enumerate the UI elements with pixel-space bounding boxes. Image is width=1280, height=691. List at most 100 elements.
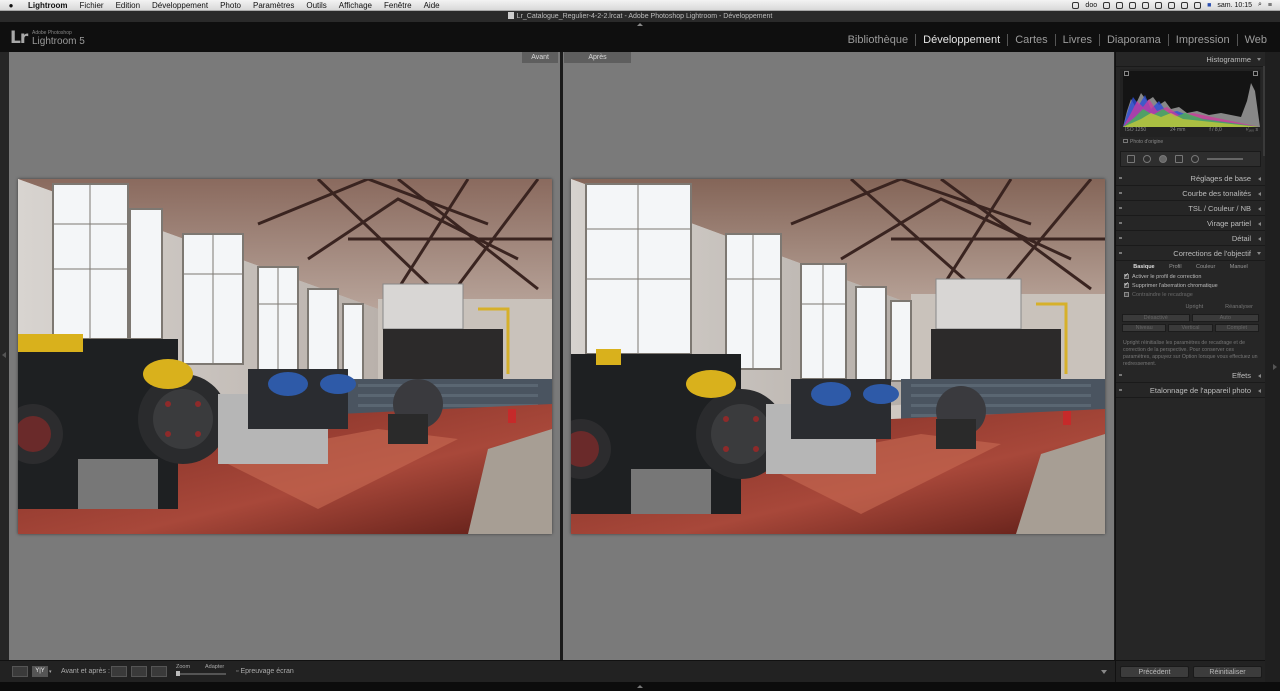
spotlight-icon[interactable]: ⌕: [1258, 1, 1262, 9]
menu-edition[interactable]: Edition: [110, 0, 146, 11]
panel-switch-icon[interactable]: [1119, 207, 1122, 209]
expand-icon[interactable]: [1258, 207, 1261, 211]
panel-switch-icon[interactable]: [1119, 192, 1122, 194]
reset-button[interactable]: Réinitialiser: [1193, 666, 1262, 678]
apple-icon[interactable]: ●: [0, 1, 22, 10]
basic-section[interactable]: Réglages de base: [1116, 171, 1265, 186]
radial-filter-icon[interactable]: [1191, 155, 1199, 163]
module-web[interactable]: Web: [1236, 34, 1274, 46]
zoom-slider-handle[interactable]: [176, 671, 180, 676]
effects-section[interactable]: Effets: [1116, 368, 1265, 383]
enable-profile-checkbox[interactable]: [1124, 272, 1129, 281]
panel-switch-icon[interactable]: [1119, 374, 1122, 376]
panel-switch-icon[interactable]: [1119, 177, 1122, 179]
constrain-crop-row[interactable]: Contraindre le recadrage: [1116, 291, 1265, 300]
tab-couleur[interactable]: Couleur: [1196, 261, 1215, 273]
collapse-icon[interactable]: [1257, 252, 1261, 255]
volume-icon[interactable]: [1168, 1, 1176, 9]
menu-developpement[interactable]: Développement: [146, 0, 214, 11]
zoom-slider[interactable]: [176, 671, 226, 676]
module-livres[interactable]: Livres: [1054, 34, 1099, 46]
collapse-right-icon[interactable]: [1273, 364, 1277, 370]
previous-button[interactable]: Précédent: [1120, 666, 1189, 678]
loupe-view-icon[interactable]: [12, 666, 28, 677]
menu-fichier[interactable]: Fichier: [74, 0, 110, 11]
shadow-clip-toggle[interactable]: [1124, 71, 1129, 76]
top-panel-toggle[interactable]: [637, 23, 643, 26]
crop-tool-icon[interactable]: [1127, 155, 1135, 163]
user-name[interactable]: doo: [1085, 2, 1097, 9]
camera-calibration-section[interactable]: Etalonnage de l'appareil photo: [1116, 383, 1265, 398]
reanalyze-button[interactable]: Réanalyser: [1225, 300, 1253, 314]
copy-before-to-after-icon[interactable]: [111, 666, 127, 677]
graduated-filter-icon[interactable]: [1175, 155, 1183, 163]
upright-off-button[interactable]: Désactivé: [1122, 314, 1190, 322]
panel-switch-icon[interactable]: [1119, 389, 1122, 391]
expand-icon[interactable]: [1258, 374, 1261, 378]
status-icon[interactable]: [1103, 1, 1111, 9]
after-viewer[interactable]: Après: [563, 52, 1114, 660]
panel-switch-icon[interactable]: [1119, 222, 1122, 224]
upright-vertical-button[interactable]: Vertical: [1168, 324, 1213, 332]
constrain-crop-checkbox[interactable]: [1124, 292, 1129, 297]
menu-lightroom[interactable]: Lightroom: [22, 0, 74, 11]
status-icon[interactable]: [1072, 1, 1080, 9]
detail-section[interactable]: Détail: [1116, 231, 1265, 246]
softproof-checkbox[interactable]: ▫ Epreuvage écran: [236, 668, 294, 675]
notification-icon[interactable]: ≡: [1268, 2, 1272, 9]
histogram-header[interactable]: Histogramme: [1116, 52, 1265, 67]
tab-profil[interactable]: Profil: [1169, 261, 1182, 273]
expand-icon[interactable]: [1258, 222, 1261, 226]
remove-ca-checkbox[interactable]: [1124, 281, 1129, 290]
red-eye-icon[interactable]: [1159, 155, 1167, 163]
upright-full-button[interactable]: Complet: [1214, 324, 1259, 332]
remove-ca-row[interactable]: Supprimer l'aberration chromatique: [1116, 281, 1265, 291]
upright-auto-button[interactable]: Auto: [1191, 314, 1259, 322]
hsl-section[interactable]: TSL / Couleur / NB: [1116, 201, 1265, 216]
adjustment-brush-icon[interactable]: [1207, 158, 1243, 160]
tone-curve-section[interactable]: Courbe des tonalités: [1116, 186, 1265, 201]
tab-basique[interactable]: Basique: [1133, 261, 1154, 273]
right-panel-edge[interactable]: [1265, 52, 1280, 682]
status-icon[interactable]: [1129, 1, 1137, 9]
module-bibliotheque[interactable]: Bibliothèque: [841, 34, 916, 46]
filmstrip-collapsed[interactable]: [0, 682, 1280, 691]
battery-icon[interactable]: [1181, 1, 1189, 9]
collapse-icon[interactable]: [1257, 58, 1261, 61]
flag-icon[interactable]: ■: [1207, 2, 1211, 9]
menu-fenetre[interactable]: Fenêtre: [378, 0, 418, 11]
panel-switch-icon[interactable]: [1119, 237, 1122, 239]
left-panel-collapsed[interactable]: [0, 52, 9, 662]
module-impression[interactable]: Impression: [1167, 34, 1237, 46]
toolbar-menu-icon[interactable]: [1101, 670, 1107, 674]
before-after-view-icon[interactable]: Y|Y: [32, 666, 48, 677]
highlight-clip-toggle[interactable]: [1253, 71, 1258, 76]
expand-icon[interactable]: [1258, 177, 1261, 181]
bluetooth-icon[interactable]: [1142, 1, 1150, 9]
expand-icon[interactable]: [1258, 237, 1261, 241]
module-cartes[interactable]: Cartes: [1007, 34, 1054, 46]
menu-parametres[interactable]: Paramètres: [247, 0, 300, 11]
expand-icon[interactable]: [1258, 389, 1261, 393]
lens-corrections-section[interactable]: Corrections de l'objectif: [1116, 246, 1265, 261]
status-icon[interactable]: [1116, 1, 1124, 9]
wifi-icon[interactable]: [1194, 1, 1202, 9]
panel-switch-icon[interactable]: [1119, 252, 1122, 254]
expand-left-icon[interactable]: [2, 352, 6, 358]
enable-profile-row[interactable]: Activer le profil de correction: [1116, 272, 1265, 282]
menu-affichage[interactable]: Affichage: [333, 0, 378, 11]
dropdown-icon[interactable]: ▾: [49, 669, 52, 675]
swap-settings-icon[interactable]: [151, 666, 167, 677]
menu-photo[interactable]: Photo: [214, 0, 247, 11]
status-icon[interactable]: [1155, 1, 1163, 9]
module-developpement[interactable]: Développement: [915, 34, 1007, 46]
tab-manuel[interactable]: Manuel: [1230, 261, 1248, 273]
expand-icon[interactable]: [1258, 192, 1261, 196]
upright-level-button[interactable]: Niveau: [1122, 324, 1167, 332]
split-toning-section[interactable]: Virage partiel: [1116, 216, 1265, 231]
copy-after-to-before-icon[interactable]: [131, 666, 147, 677]
menu-outils[interactable]: Outils: [300, 0, 332, 11]
histogram[interactable]: ISO 1250 24 mm f / 8,0 ¹⁄₁₆₀ s: [1120, 69, 1261, 137]
before-viewer[interactable]: Avant: [9, 52, 560, 660]
spot-removal-icon[interactable]: [1143, 155, 1151, 163]
